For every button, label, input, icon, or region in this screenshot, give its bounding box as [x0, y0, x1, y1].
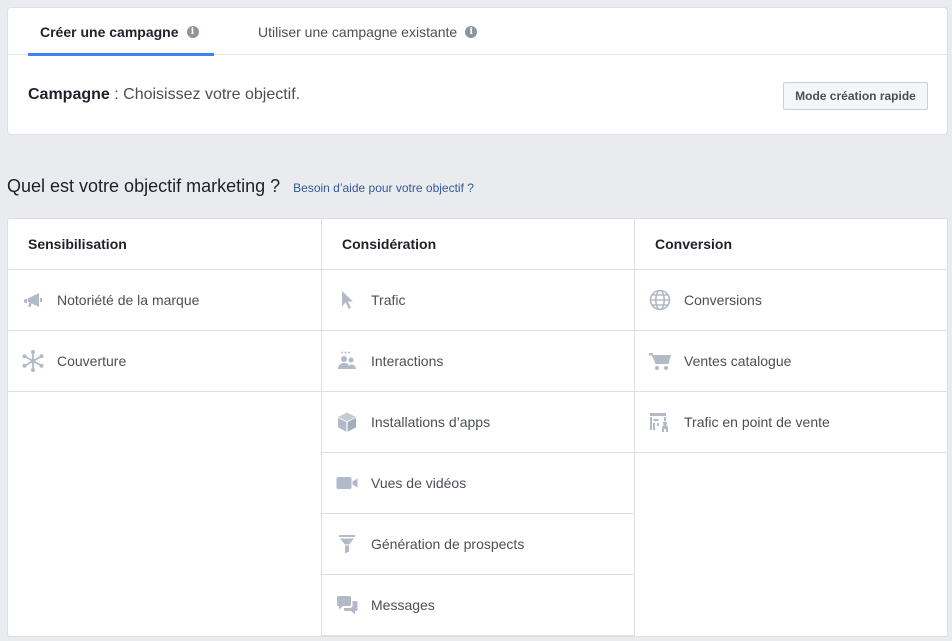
column-header: Considération: [322, 219, 634, 270]
campaign-instruction: Choisissez votre objectif.: [123, 86, 301, 103]
objective-help-link[interactable]: Besoin d’aide pour votre objectif ?: [293, 181, 474, 195]
people-icon: [335, 349, 359, 373]
tab-existing-campaign-label: Utiliser une campagne existante: [258, 23, 458, 40]
campaign-label: Campagne: [28, 86, 110, 103]
megaphone-icon: [21, 288, 45, 312]
video-camera-icon: [335, 471, 359, 495]
campaign-separator: :: [109, 86, 124, 103]
cursor-icon: [335, 288, 359, 312]
info-icon[interactable]: i: [186, 25, 199, 38]
objective-label: Couverture: [57, 353, 127, 369]
objective-question: Quel est votre objectif marketing ? Beso…: [7, 176, 474, 197]
objective-label: Interactions: [371, 353, 444, 369]
campaign-row: Campagne : Choisissez votre objectif.: [28, 86, 300, 104]
objective-label: Conversions: [684, 292, 762, 308]
campaign-card: Créer une campagne i Utiliser une campag…: [7, 7, 948, 135]
funnel-icon: [335, 532, 359, 556]
objective-label: Trafic en point de vente: [684, 414, 830, 430]
tab-create-campaign[interactable]: Créer une campagne i: [28, 8, 214, 56]
box-icon: [335, 410, 359, 434]
objective-app-installs[interactable]: Installations d’apps: [322, 392, 634, 453]
objective-messages[interactable]: Messages: [322, 575, 634, 636]
column-conversion: Conversion Conversions Ventes catalogue …: [634, 219, 947, 636]
objective-traffic[interactable]: Trafic: [322, 270, 634, 331]
objective-label: Trafic: [371, 292, 406, 308]
column-header: Sensibilisation: [8, 219, 321, 270]
objective-label: Messages: [371, 597, 435, 613]
column-awareness: Sensibilisation Notoriété de la marque C…: [8, 219, 321, 636]
objective-label: Notoriété de la marque: [57, 292, 200, 308]
reach-icon: [21, 349, 45, 373]
objectives-grid: Sensibilisation Notoriété de la marque C…: [7, 218, 948, 637]
column-header: Conversion: [635, 219, 947, 270]
store-icon: [648, 410, 672, 434]
info-icon[interactable]: i: [465, 25, 478, 38]
objective-label: Ventes catalogue: [684, 353, 792, 369]
objective-label: Vues de vidéos: [371, 475, 467, 491]
objective-brand-awareness[interactable]: Notoriété de la marque: [8, 270, 321, 331]
objective-engagement[interactable]: Interactions: [322, 331, 634, 392]
campaign-tabs: Créer une campagne i Utiliser une campag…: [8, 8, 947, 56]
objective-reach[interactable]: Couverture: [8, 331, 321, 392]
objective-store-traffic[interactable]: Trafic en point de vente: [635, 392, 947, 453]
globe-icon: [648, 288, 672, 312]
tab-existing-campaign[interactable]: Utiliser une campagne existante i: [258, 8, 478, 55]
column-consideration: Considération Trafic Interactions Instal…: [321, 219, 634, 636]
objective-conversions[interactable]: Conversions: [635, 270, 947, 331]
tab-create-campaign-label: Créer une campagne: [40, 23, 179, 40]
objective-lead-generation[interactable]: Génération de prospects: [322, 514, 634, 575]
chat-bubbles-icon: [335, 593, 359, 617]
objective-question-title: Quel est votre objectif marketing ?: [7, 176, 281, 196]
quick-creation-mode-button[interactable]: Mode création rapide: [783, 82, 928, 110]
objective-catalog-sales[interactable]: Ventes catalogue: [635, 331, 947, 392]
cart-icon: [648, 349, 672, 373]
objective-label: Installations d’apps: [371, 414, 491, 430]
objective-video-views[interactable]: Vues de vidéos: [322, 453, 634, 514]
objective-label: Génération de prospects: [371, 536, 525, 552]
